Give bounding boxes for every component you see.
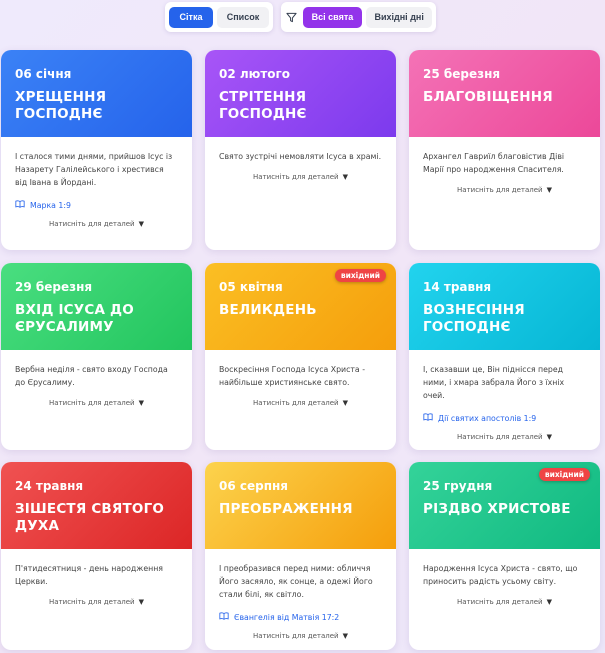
card-date: 05 квітня	[219, 280, 283, 294]
caret-down-icon: ▼	[342, 632, 348, 640]
card-header: 24 травня ЗІШЕСТЯ СВЯТОГО ДУХА	[1, 462, 192, 549]
card-header: 06 січня ХРЕЩЕННЯ ГОСПОДНЄ	[1, 50, 192, 137]
book-icon	[423, 413, 433, 423]
card-title: ХРЕЩЕННЯ ГОСПОДНЄ	[15, 89, 107, 122]
card-date: 25 грудня	[423, 479, 493, 493]
details-label: Натисніть для деталей	[457, 433, 543, 441]
filter-icon	[285, 10, 299, 24]
holiday-card[interactable]: вихідний 05 квітня ВЕЛИКДЕНЬ Воскресіння…	[205, 263, 396, 450]
details-toggle[interactable]: Натисніть для деталей ▼	[423, 433, 586, 441]
filter-group: Всі свята Вихідні дні	[281, 2, 436, 32]
details-label: Натисніть для деталей	[253, 632, 339, 640]
weekend-badge: вихідний	[334, 269, 386, 282]
card-title: РІЗДВО ХРИСТОВЕ	[423, 501, 571, 517]
card-header: 02 лютого СТРІТЕННЯ ГОСПОДНЄ	[205, 50, 396, 137]
details-toggle[interactable]: Натисніть для деталей ▼	[423, 186, 586, 194]
card-header: 06 серпня ПРЕОБРАЖЕННЯ	[205, 462, 396, 549]
toolbar: Сітка Список Всі свята Вихідні дні	[0, 2, 605, 32]
details-toggle[interactable]: Натисніть для деталей ▼	[423, 598, 586, 606]
card-description: І, сказавши це, Він піднісся перед ними,…	[423, 365, 565, 400]
reference-text: Дії святих апостолів 1:9	[438, 413, 537, 423]
reference-text: Марка 1:9	[30, 200, 71, 210]
details-toggle[interactable]: Натисніть для деталей ▼	[15, 220, 178, 228]
caret-down-icon: ▼	[546, 186, 552, 194]
card-description: Вербна неділя - свято входу Господа до Є…	[15, 365, 168, 387]
card-date: 25 березня	[423, 67, 501, 81]
details-label: Натисніть для деталей	[49, 598, 135, 606]
card-title: БЛАГОВІЩЕННЯ	[423, 89, 553, 105]
card-date: 24 травня	[15, 479, 84, 493]
holiday-card[interactable]: 14 травня ВОЗНЕСІННЯ ГОСПОДНЄ І, сказавш…	[409, 263, 600, 450]
card-description: П'ятидесятниця - день народження Церкви.	[15, 564, 163, 586]
weekend-days-button[interactable]: Вихідні дні	[366, 6, 432, 28]
holiday-card[interactable]: вихідний 25 грудня РІЗДВО ХРИСТОВЕ Народ…	[409, 462, 600, 650]
view-toggle-group: Сітка Список	[165, 2, 273, 32]
reference-text: Євангелія від Матвія 17:2	[234, 612, 340, 622]
caret-down-icon: ▼	[138, 399, 144, 407]
details-toggle[interactable]: Натисніть для деталей ▼	[15, 399, 178, 407]
card-description: Архангел Гавриїл благовістив Діві Марії …	[423, 152, 565, 174]
card-date: 06 січня	[15, 67, 72, 81]
details-toggle[interactable]: Натисніть для деталей ▼	[15, 598, 178, 606]
holiday-card[interactable]: 29 березня ВХІД ІСУСА ДО ЄРУСАЛИМУ Вербн…	[1, 263, 192, 450]
card-header: 25 березня БЛАГОВІЩЕННЯ	[409, 50, 600, 137]
card-header: 29 березня ВХІД ІСУСА ДО ЄРУСАЛИМУ	[1, 263, 192, 350]
details-label: Натисніть для деталей	[49, 399, 135, 407]
card-title: ПРЕОБРАЖЕННЯ	[219, 501, 353, 517]
card-title: ВОЗНЕСІННЯ ГОСПОДНЄ	[423, 302, 525, 335]
card-description: Народження Ісуса Христа - свято, що прин…	[423, 564, 578, 586]
card-header: вихідний 25 грудня РІЗДВО ХРИСТОВЕ	[409, 462, 600, 549]
card-description: І сталося тими днями, прийшов Ісус із На…	[15, 152, 173, 187]
card-header: 14 травня ВОЗНЕСІННЯ ГОСПОДНЄ	[409, 263, 600, 350]
holiday-card[interactable]: 25 березня БЛАГОВІЩЕННЯ Архангел Гавриїл…	[409, 50, 600, 250]
caret-down-icon: ▼	[546, 598, 552, 606]
details-label: Натисніть для деталей	[253, 173, 339, 181]
card-description: Свято зустрічі немовляти Ісуса в храмі.	[219, 152, 382, 161]
book-icon	[219, 612, 229, 622]
card-date: 02 лютого	[219, 67, 291, 81]
scripture-reference[interactable]: Марка 1:9	[15, 200, 178, 210]
card-title: ВЕЛИКДЕНЬ	[219, 302, 317, 318]
details-toggle[interactable]: Натисніть для деталей ▼	[219, 632, 382, 640]
details-label: Натисніть для деталей	[457, 598, 543, 606]
details-label: Натисніть для деталей	[49, 220, 135, 228]
holiday-card[interactable]: 06 серпня ПРЕОБРАЖЕННЯ І преобразився пе…	[205, 462, 396, 650]
weekend-badge: вихідний	[538, 468, 590, 481]
card-date: 14 травня	[423, 280, 492, 294]
caret-down-icon: ▼	[138, 220, 144, 228]
card-title: ЗІШЕСТЯ СВЯТОГО ДУХА	[15, 501, 165, 534]
grid-view-button[interactable]: Сітка	[169, 6, 213, 28]
details-label: Натисніть для деталей	[253, 399, 339, 407]
holiday-card[interactable]: 06 січня ХРЕЩЕННЯ ГОСПОДНЄ І сталося тим…	[1, 50, 192, 250]
card-date: 29 березня	[15, 280, 93, 294]
scripture-reference[interactable]: Дії святих апостолів 1:9	[423, 413, 586, 423]
details-toggle[interactable]: Натисніть для деталей ▼	[219, 399, 382, 407]
caret-down-icon: ▼	[342, 399, 348, 407]
card-date: 06 серпня	[219, 479, 289, 493]
card-description: Воскресіння Господа Ісуса Христа - найбі…	[219, 365, 366, 387]
details-toggle[interactable]: Натисніть для деталей ▼	[219, 173, 382, 181]
card-title: ВХІД ІСУСА ДО ЄРУСАЛИМУ	[15, 302, 134, 335]
book-icon	[15, 200, 25, 210]
holiday-card[interactable]: 02 лютого СТРІТЕННЯ ГОСПОДНЄ Свято зустр…	[205, 50, 396, 250]
card-description: І преобразився перед ними: обличчя Його …	[219, 564, 373, 599]
card-header: вихідний 05 квітня ВЕЛИКДЕНЬ	[205, 263, 396, 350]
caret-down-icon: ▼	[546, 433, 552, 441]
scripture-reference[interactable]: Євангелія від Матвія 17:2	[219, 612, 382, 622]
details-label: Натисніть для деталей	[457, 186, 543, 194]
list-view-button[interactable]: Список	[217, 6, 269, 28]
caret-down-icon: ▼	[342, 173, 348, 181]
caret-down-icon: ▼	[138, 598, 144, 606]
holiday-card[interactable]: 24 травня ЗІШЕСТЯ СВЯТОГО ДУХА П'ятидеся…	[1, 462, 192, 650]
card-title: СТРІТЕННЯ ГОСПОДНЄ	[219, 89, 307, 122]
all-holidays-button[interactable]: Всі свята	[302, 6, 363, 28]
